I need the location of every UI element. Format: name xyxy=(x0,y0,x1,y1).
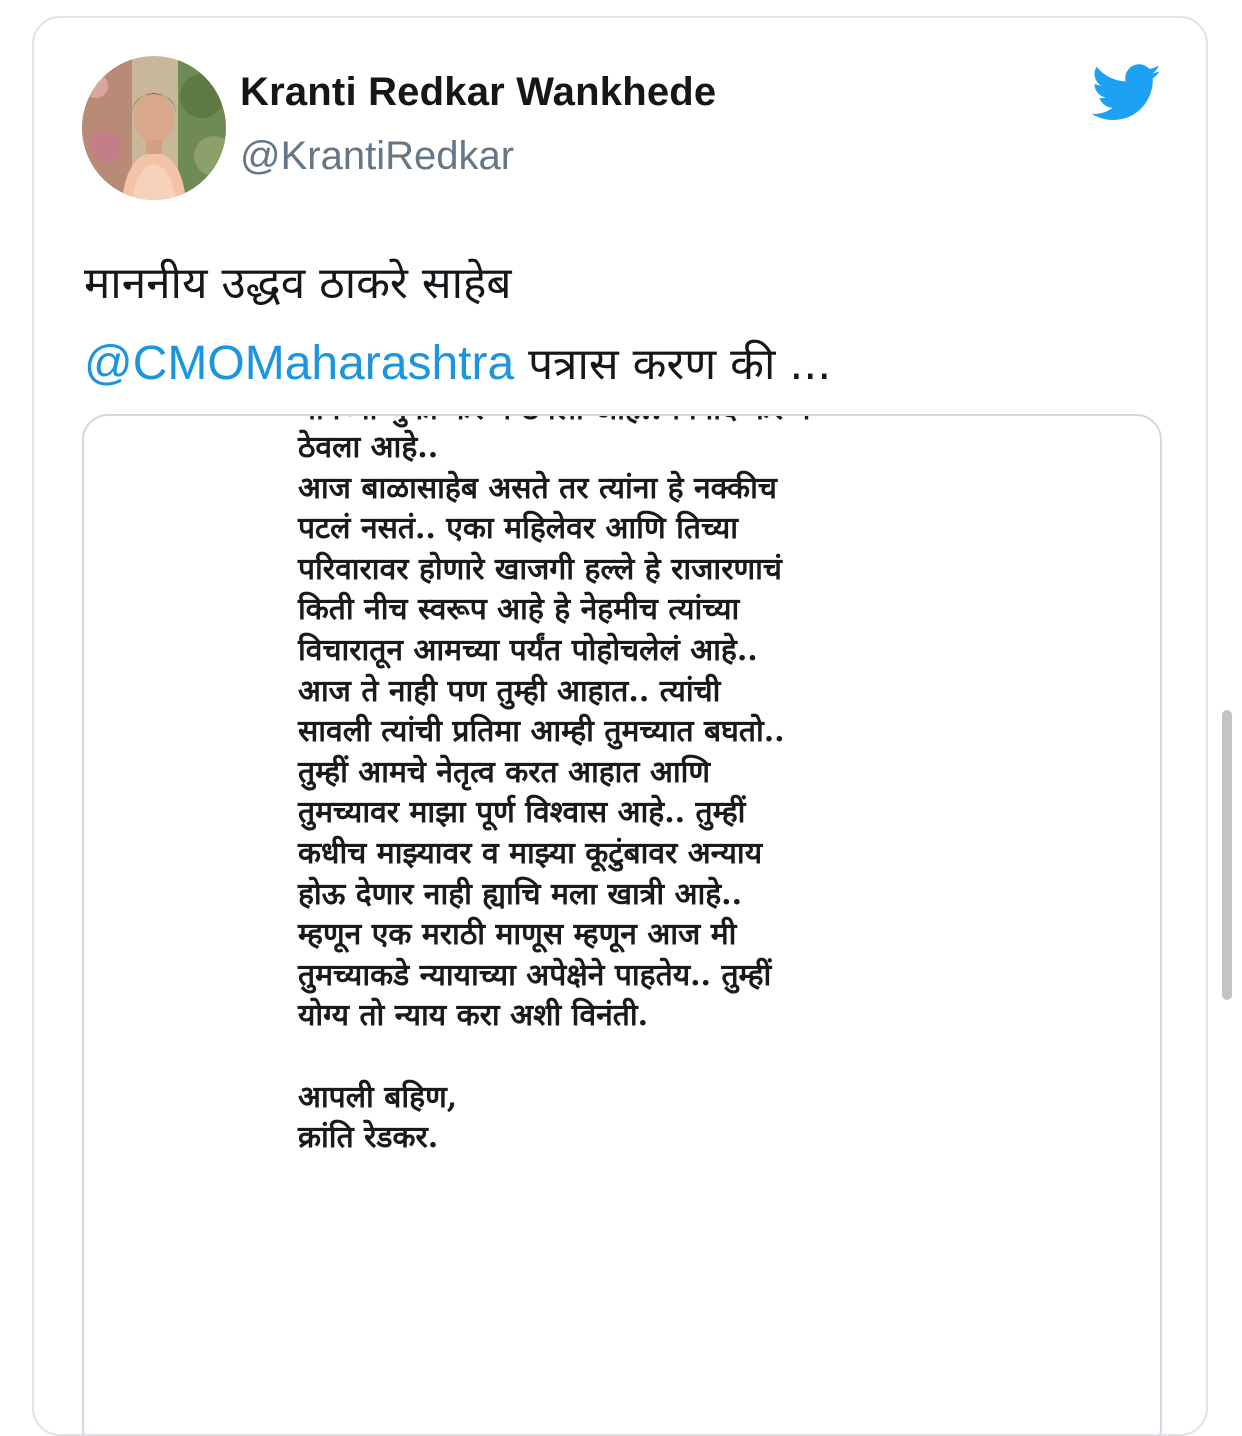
display-name[interactable]: Kranti Redkar Wankhede xyxy=(240,70,716,115)
letter-gap xyxy=(298,1037,998,1078)
letter-cut-line: मानेच्या चुका करून ठेवला आहे.. विनाद करू… xyxy=(298,416,998,428)
tweet-card[interactable]: Kranti Redkar Wankhede @KrantiRedkar मान… xyxy=(32,16,1208,1436)
tweet-text: माननीय उद्धव ठाकरे साहेब @CMOMaharashtra… xyxy=(84,244,1164,405)
letter-line: पटलं नसतं.. एका महिलेवर आणि तिच्या xyxy=(298,511,739,547)
letter-line: तुमच्यावर माझा पूर्ण विश्वास आहे.. तुम्ह… xyxy=(298,795,746,831)
letter-closing: आपली बहिण, xyxy=(298,1079,458,1115)
letter-line: सावली त्यांची प्रतिमा आम्ही तुमच्यात बघत… xyxy=(298,714,785,750)
scrollbar[interactable] xyxy=(1222,710,1232,1000)
attached-image[interactable]: मानेच्या चुका करून ठेवला आहे.. विनाद करू… xyxy=(82,414,1162,1434)
avatar-photo xyxy=(82,56,226,200)
letter-text: मानेच्या चुका करून ठेवला आहे.. विनाद करू… xyxy=(298,416,998,1159)
letter-line: किती नीच स्वरूप आहे हे नेहमीच त्यांच्या xyxy=(298,592,740,628)
letter-line: आज ते नाही पण तुम्ही आहात.. त्यांची xyxy=(298,673,721,709)
user-avatar[interactable] xyxy=(82,56,226,200)
letter-line: तुम्हीं आमचे नेतृत्व करत आहात आणि xyxy=(298,754,711,790)
letter-line: परिवारावर होणारे खाजगी हल्ले हे राजारणाच… xyxy=(298,551,782,587)
letter-line: आज बाळासाहेब असते तर त्यांना हे नक्कीच xyxy=(298,470,777,506)
letter-line: कधीच माझ्यावर व माझ्या कूटुंबावर अन्याय xyxy=(298,835,763,871)
letter-signature: क्रांति रेडकर. xyxy=(298,1120,439,1156)
letter-line: विचारातून आमच्या पर्यंत पोहोचलेलं आहे.. xyxy=(298,632,758,668)
letter-line: ठेवला आहे.. xyxy=(298,430,439,465)
letter-line: योग्य तो न्याय करा अशी विनंती. xyxy=(298,998,649,1034)
letter-line: म्हणून एक मराठी माणूस म्हणून आज मी xyxy=(298,917,737,953)
tweet-text-line-2-rest: पत्रास करण की ... xyxy=(514,339,832,390)
tweet-text-line-1: माननीय उद्धव ठाकरे साहेब xyxy=(84,258,512,309)
mention-link[interactable]: @CMOMaharashtra xyxy=(84,337,514,390)
letter-line: तुमच्याकडे न्यायाच्या अपेक्षेने पाहतेय..… xyxy=(298,957,772,993)
user-handle[interactable]: @KrantiRedkar xyxy=(240,134,514,179)
letter-line: होऊ देणार नाही ह्याचि मला खात्री आहे.. xyxy=(298,876,743,912)
twitter-bird-icon[interactable] xyxy=(1092,64,1162,122)
tweet-text-line-2: @CMOMaharashtra पत्रास करण की ... xyxy=(84,324,1164,405)
